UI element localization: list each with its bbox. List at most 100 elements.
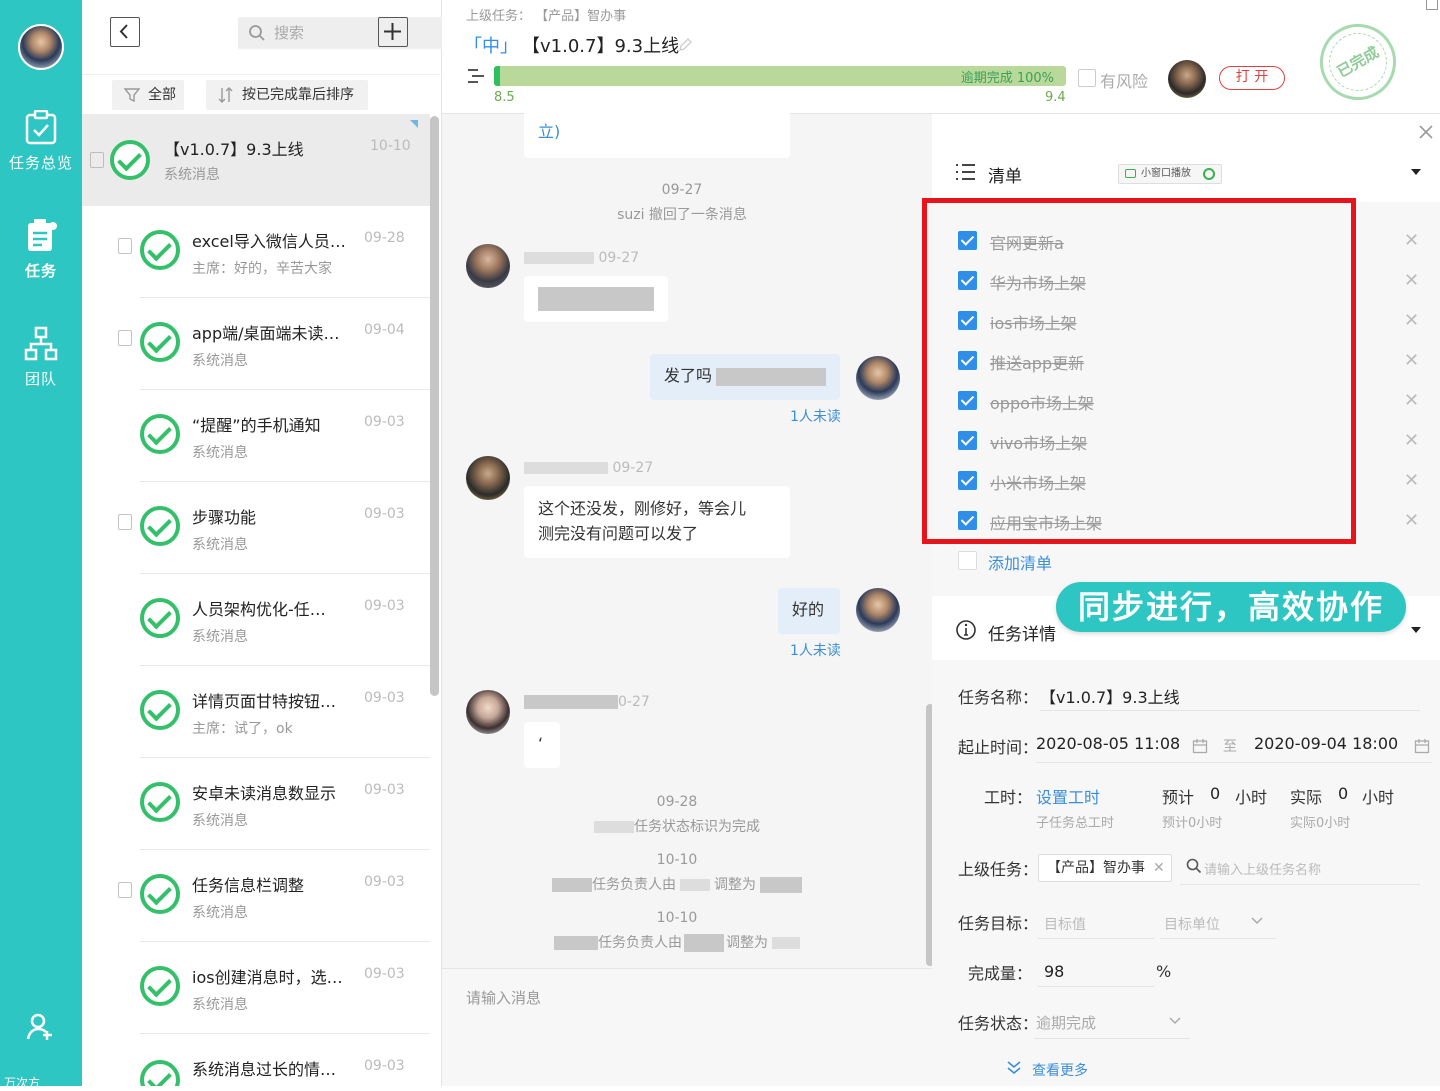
checklist-item[interactable]: vivo市场上架 — [990, 430, 1087, 454]
parent-task-tag[interactable]: 【产品】智办事 ✕ — [1038, 854, 1172, 882]
checklist-item[interactable]: 小米市场上架 — [990, 470, 1086, 494]
add-checklist-checkbox — [958, 551, 977, 570]
list-item[interactable]: 安卓未读消息数显示 系统消息 09-03 — [82, 758, 430, 850]
checklist-item[interactable]: 官网更新a — [990, 230, 1064, 254]
calendar-icon[interactable] — [1192, 738, 1208, 754]
done-check-icon — [140, 1060, 180, 1086]
list-scrollbar[interactable] — [430, 116, 439, 696]
done-check-icon — [140, 966, 180, 1006]
sort-button[interactable]: 按已完成靠后排序 — [206, 80, 368, 110]
nav-task[interactable]: 任务 — [0, 218, 82, 281]
remove-tag-icon[interactable]: ✕ — [1153, 855, 1165, 881]
checklist-checkbox[interactable] — [958, 311, 977, 330]
list-item[interactable]: 步骤功能 系统消息 09-03 — [82, 482, 430, 574]
list-item[interactable]: 任务信息栏调整 系统消息 09-03 — [82, 850, 430, 942]
list-item[interactable]: excel导入微信人员… 主席：好的，辛苦大家 09-28 — [82, 206, 430, 298]
remove-item-icon[interactable]: ✕ — [1404, 270, 1419, 291]
message-bubble-self: 发了吗 — [650, 354, 840, 400]
window-icon[interactable] — [1426, 0, 1438, 10]
completion-input[interactable]: 98 — [1044, 962, 1064, 981]
list-item[interactable]: ios创建消息时，选… 系统消息 09-03 — [82, 942, 430, 1034]
see-more-button[interactable]: 查看更多 — [1032, 1060, 1088, 1080]
caret-down-icon[interactable] — [1410, 168, 1422, 176]
goal-value-input[interactable]: 目标值 — [1044, 914, 1086, 934]
remove-item-icon[interactable]: ✕ — [1404, 230, 1419, 251]
checklist-item[interactable]: 推送app更新 — [990, 350, 1084, 374]
remove-item-icon[interactable]: ✕ — [1404, 430, 1419, 451]
add-contact-icon[interactable] — [26, 1012, 56, 1042]
goal-unit-select[interactable]: 目标单位 — [1164, 914, 1220, 934]
add-task-button[interactable] — [378, 17, 408, 47]
search-input[interactable]: 搜索 — [238, 17, 448, 49]
checklist-checkbox[interactable] — [958, 431, 977, 450]
double-chevron-down-icon[interactable] — [1006, 1060, 1022, 1076]
close-icon[interactable] — [1418, 124, 1434, 140]
back-button[interactable] — [110, 17, 140, 47]
gantt-toggle-icon[interactable] — [466, 68, 486, 84]
unread-count[interactable]: 1人未读 — [790, 640, 841, 660]
reopen-button[interactable]: 打 开 — [1219, 66, 1285, 90]
calendar-icon[interactable] — [1414, 738, 1430, 754]
task-title[interactable]: 【v1.0.7】9.3上线 — [522, 32, 679, 58]
checklist-item[interactable]: oppo市场上架 — [990, 390, 1094, 414]
unread-count[interactable]: 1人未读 — [790, 406, 841, 426]
list-item[interactable]: 系统消息过长的情… 09-03 — [82, 1034, 430, 1086]
mini-window-button[interactable]: 小窗口播放 — [1118, 164, 1222, 184]
checklist-checkbox[interactable] — [958, 391, 977, 410]
caret-down-icon[interactable] — [1410, 626, 1422, 634]
self-avatar[interactable] — [856, 588, 900, 632]
nav-team[interactable]: 团队 — [0, 326, 82, 389]
risk-checkbox[interactable] — [1078, 69, 1096, 87]
end-time[interactable]: 2020-09-04 18:00 — [1254, 734, 1398, 753]
chevron-down-icon[interactable] — [1168, 1016, 1182, 1026]
checklist-checkbox[interactable] — [958, 231, 977, 250]
checklist-checkbox[interactable] — [958, 351, 977, 370]
list-item[interactable]: 详情页面甘特按钮… 主席：试了，ok 09-03 — [82, 666, 430, 758]
checklist-item[interactable]: ios市场上架 — [990, 310, 1077, 334]
remove-item-icon[interactable]: ✕ — [1404, 350, 1419, 371]
estimate-value[interactable]: 0 — [1210, 784, 1220, 803]
actual-value[interactable]: 0 — [1338, 784, 1348, 803]
remove-item-icon[interactable]: ✕ — [1404, 510, 1419, 531]
start-time[interactable]: 2020-08-05 11:08 — [1036, 734, 1180, 753]
checklist-item[interactable]: 华为市场上架 — [990, 270, 1086, 294]
remove-item-icon[interactable]: ✕ — [1404, 470, 1419, 491]
self-avatar[interactable] — [856, 356, 900, 400]
chevron-down-icon[interactable] — [1250, 916, 1264, 926]
system-date: 10-10 — [656, 910, 698, 926]
assignee-avatar[interactable] — [1168, 60, 1206, 98]
avatar[interactable] — [466, 244, 510, 288]
list-item-title: 系统消息过长的情… — [192, 1060, 337, 1079]
user-avatar[interactable] — [18, 24, 64, 70]
list-item[interactable]: app端/桌面端未读… 系统消息 09-04 — [82, 298, 430, 390]
message-input[interactable]: 请输入消息 — [466, 987, 541, 1008]
message-composer[interactable]: 请输入消息 — [442, 968, 932, 1086]
status-label: 任务状态： — [958, 1014, 1039, 1033]
list-item-date: 09-03 — [364, 414, 405, 430]
checklist-checkbox[interactable] — [958, 511, 977, 530]
checklist-item[interactable]: 应用宝市场上架 — [990, 510, 1102, 534]
nav-task-overview[interactable]: 任务总览 — [0, 110, 82, 173]
list-item-selected[interactable]: 【v1.0.7】9.3上线 系统消息 10-10 — [82, 114, 430, 206]
parent-task-search[interactable]: 请输入上级任务名称 — [1204, 859, 1321, 878]
add-checklist-button[interactable]: 添加清单 — [988, 550, 1052, 574]
avatar[interactable] — [466, 690, 510, 734]
checklist-checkbox[interactable] — [958, 271, 977, 290]
set-hours-button[interactable]: 设置工时 — [1036, 784, 1100, 808]
completion-unit: % — [1156, 962, 1172, 981]
task-name-value[interactable]: 【v1.0.7】9.3上线 — [1040, 684, 1180, 708]
checklist-checkbox[interactable] — [958, 471, 977, 490]
mini-window-label: 小窗口播放 — [1141, 168, 1191, 179]
remove-item-icon[interactable]: ✕ — [1404, 390, 1419, 411]
remove-item-icon[interactable]: ✕ — [1404, 310, 1419, 331]
message-bubble: 这个还没发，刚修好，等会儿 测完没有问题可以发了 — [524, 486, 790, 558]
list-item[interactable]: “提醒”的手机通知 系统消息 09-03 — [82, 390, 430, 482]
edit-icon[interactable] — [678, 38, 692, 52]
avatar[interactable] — [466, 456, 510, 500]
workspace-label[interactable]: 万次方 — [4, 1074, 40, 1091]
status-select[interactable]: 逾期完成 — [1036, 1012, 1096, 1033]
list-item[interactable]: 人员架构优化-任… 系统消息 09-03 — [82, 574, 430, 666]
parent-task-breadcrumb[interactable]: 上级任务： 【产品】智办事 — [466, 5, 626, 24]
filter-button[interactable]: 全部 — [112, 80, 184, 110]
priority-label[interactable]: 「中」 — [464, 32, 518, 58]
